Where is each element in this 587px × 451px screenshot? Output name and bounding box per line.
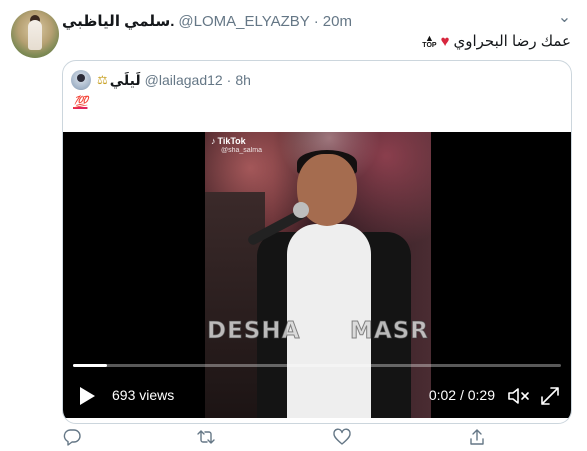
video-time: 0:02 / 0:29	[428, 387, 495, 403]
scales-emoji-icon: ⚖	[97, 73, 108, 87]
heart-emoji-icon: ♥	[440, 32, 450, 50]
video-player[interactable]: ♪ TikTok @sha_salma DESHA MASR 693 views …	[63, 132, 571, 418]
quoted-tweet[interactable]: ⚖ لَيلَي @lailagad12 · 8h 💯 ♪ TikTok @sha…	[62, 60, 572, 424]
view-count: 693 views	[112, 387, 175, 403]
reply-icon	[63, 429, 81, 446]
quote-author-name[interactable]: لَيلَي	[110, 72, 141, 89]
more-icon: ⌄	[557, 9, 573, 26]
watermark-left: DESHA	[206, 318, 301, 345]
video-frame: ♪ TikTok @sha_salma DESHA MASR	[205, 132, 431, 418]
play-button[interactable]	[77, 385, 97, 407]
tiktok-user: @sha_salma	[221, 147, 262, 154]
share-icon	[470, 429, 484, 445]
top-emoji-label: TOP	[422, 41, 437, 49]
author-avatar[interactable]	[11, 10, 59, 58]
volume-muted-icon	[508, 388, 529, 404]
video-watermark: DESHA MASR	[206, 318, 429, 350]
quote-author-avatar[interactable]	[71, 70, 91, 90]
quote-text: 💯	[73, 95, 88, 109]
tiktok-label: TikTok	[217, 136, 246, 146]
share-button[interactable]	[467, 427, 487, 447]
author-handle[interactable]: @LOMA_ELYAZBY	[178, 13, 309, 30]
like-button[interactable]	[332, 427, 352, 447]
tweet-text-content: عمك رضا البحراوي	[453, 33, 571, 50]
tweet-text: عمك رضا البحراوي ♥ ▲ TOP	[422, 30, 571, 52]
author-name[interactable]: سلمي الياظبي.	[62, 12, 174, 30]
top-emoji-icon: ▲ TOP	[422, 32, 437, 49]
quote-separator-dot: ·	[226, 72, 232, 88]
tiktok-icon: ♪	[211, 136, 216, 146]
video-progress-bar[interactable]	[73, 364, 561, 367]
video-progress-fill	[73, 364, 107, 367]
more-options-button[interactable]: ⌄	[555, 9, 575, 28]
retweet-icon	[197, 430, 215, 444]
quote-header: ⚖ لَيلَي @lailagad12 · 8h	[71, 69, 251, 91]
separator-dot: ·	[313, 12, 319, 30]
quote-author-handle[interactable]: @lailagad12	[145, 72, 223, 88]
tweet-time[interactable]: 20m	[323, 13, 352, 30]
watermark-right: MASR	[350, 318, 429, 345]
retweet-button[interactable]	[196, 427, 216, 447]
reply-button[interactable]	[62, 427, 82, 447]
fullscreen-button[interactable]	[539, 385, 561, 407]
tweet-actions	[62, 427, 492, 447]
fullscreen-icon	[541, 387, 559, 405]
quote-time[interactable]: 8h	[235, 72, 251, 88]
tiktok-watermark: ♪ TikTok @sha_salma	[211, 136, 262, 156]
tweet[interactable]: سلمي الياظبي. @LOMA_ELYAZBY · 20m ⌄ عمك …	[0, 0, 587, 451]
mute-button[interactable]	[507, 385, 531, 407]
tweet-header: سلمي الياظبي. @LOMA_ELYAZBY · 20m	[62, 11, 352, 31]
play-icon	[80, 387, 95, 405]
like-icon	[333, 428, 351, 445]
